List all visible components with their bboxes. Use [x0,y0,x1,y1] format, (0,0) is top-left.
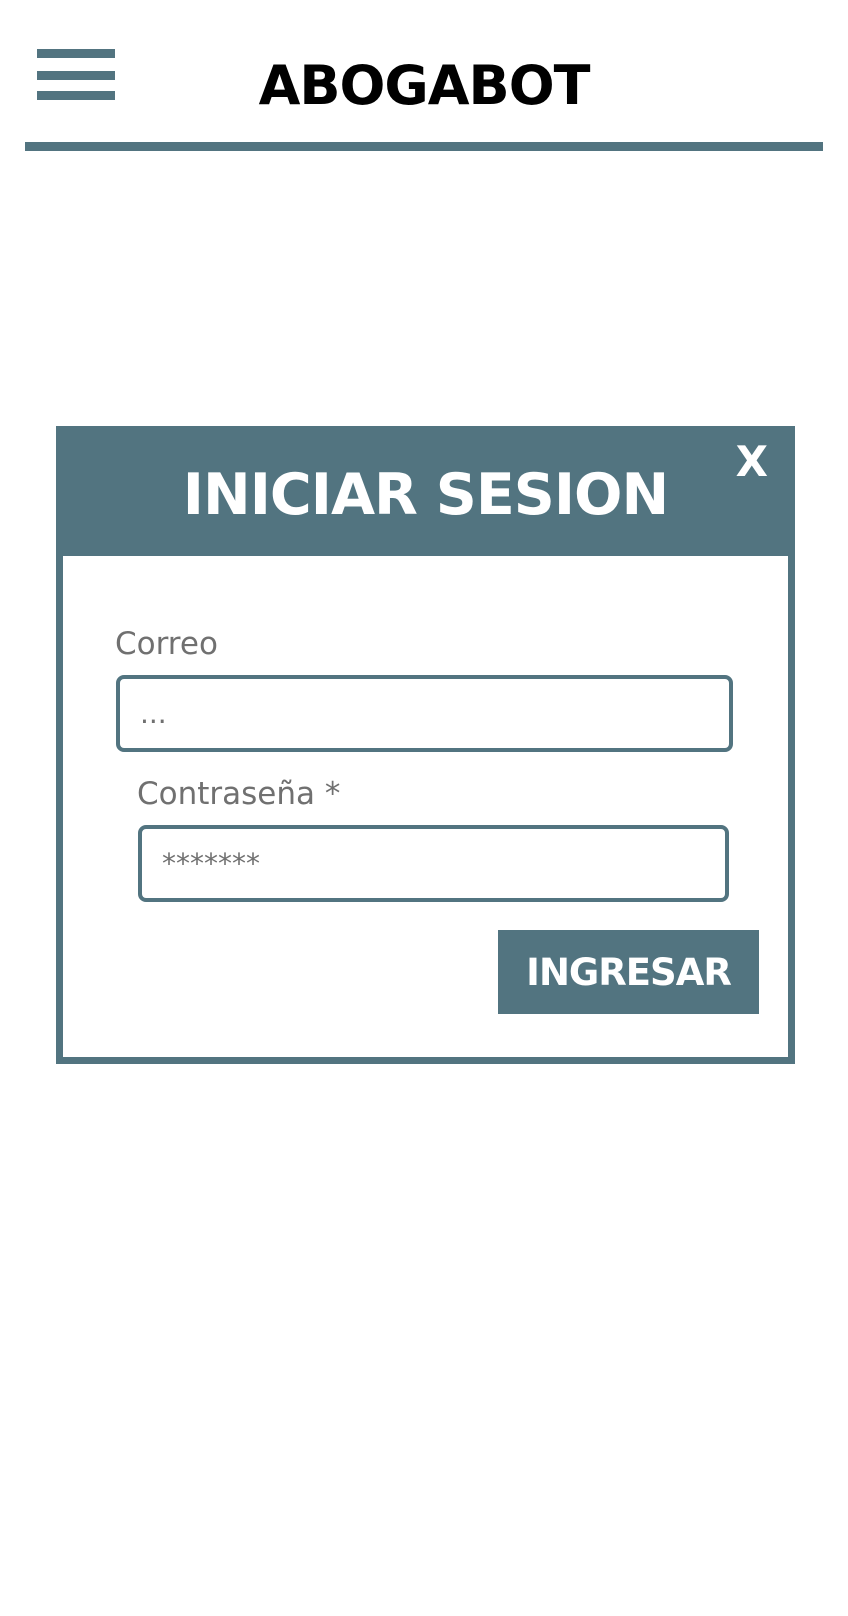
modal-header: INICIAR SESION X [63,433,788,556]
password-field[interactable] [138,825,729,902]
email-field[interactable] [116,675,733,752]
modal-title: INICIAR SESION [182,462,669,528]
password-label: Contraseña * [137,776,341,812]
login-submit-button[interactable]: INGRESAR [498,930,759,1014]
email-label: Correo [115,626,218,662]
header-divider [25,142,823,151]
close-button[interactable]: X [736,437,768,487]
login-modal: INICIAR SESION X Correo Contraseña * ING… [56,426,795,1064]
app-title: ABOGABOT [258,54,591,117]
